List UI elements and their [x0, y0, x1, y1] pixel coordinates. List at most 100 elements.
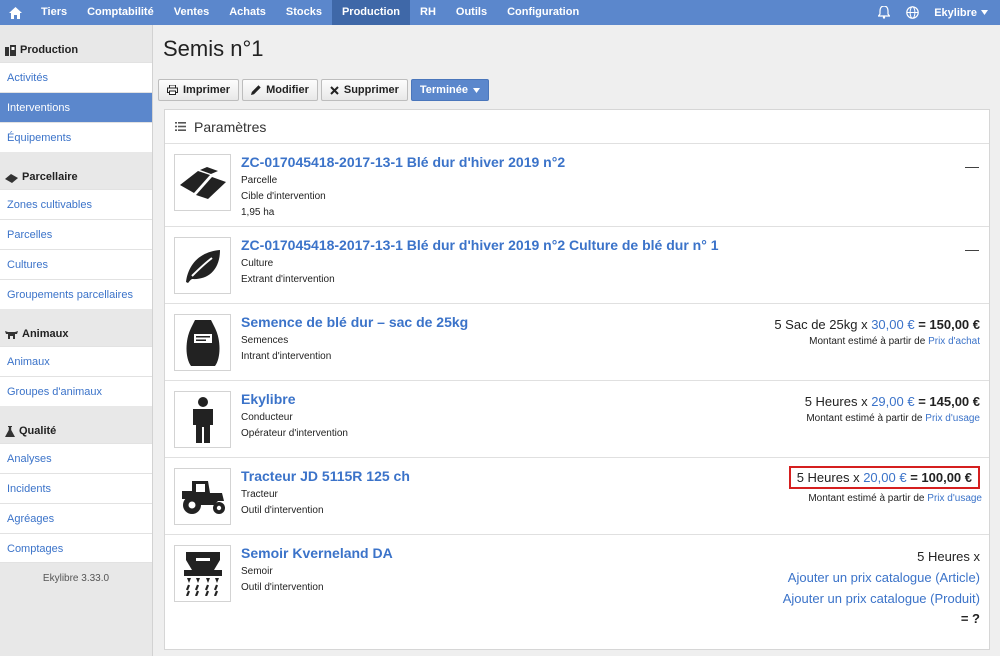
bell-icon[interactable]	[870, 0, 898, 25]
sidebar-item-zones-cultivables[interactable]: Zones cultivables	[0, 189, 152, 219]
sidebar-item-interventions[interactable]: Interventions	[0, 92, 152, 122]
price-source-link[interactable]: Prix d'usage	[925, 413, 980, 424]
main-content: Semis n°1 Imprimer Modifier Supprimer Te…	[153, 25, 1000, 656]
toolbar: Imprimer Modifier Supprimer Terminée	[158, 79, 489, 101]
sidebar: Production Activités Interventions Équip…	[0, 25, 153, 656]
top-navbar: Tiers Comptabilité Ventes Achats Stocks …	[0, 0, 1000, 25]
parameter-type: Tracteur	[241, 489, 278, 500]
parameter-role: Opérateur d'intervention	[241, 428, 348, 439]
pencil-icon	[251, 85, 261, 95]
cost-amount: 5 Sac de 25kg x 30,00 € = 150,00 €	[774, 317, 980, 332]
cost-estimate: 5 Heures x 29,00 € = 145,00 € Montant es…	[805, 394, 980, 424]
parameter-title-link[interactable]: Semence de blé dur – sac de 25kg	[241, 314, 468, 330]
edit-button[interactable]: Modifier	[242, 79, 318, 101]
user-name: Ekylibre	[934, 6, 977, 19]
collapse-toggle[interactable]: —	[965, 241, 979, 257]
sidebar-item-parcelles[interactable]: Parcelles	[0, 219, 152, 249]
price-source-link[interactable]: Prix d'usage	[927, 493, 982, 504]
parameter-role: Intrant d'intervention	[241, 351, 332, 362]
list-icon	[175, 122, 186, 131]
sidebar-item-groupes-animaux[interactable]: Groupes d'animaux	[0, 376, 152, 406]
nav-configuration[interactable]: Configuration	[497, 0, 589, 25]
nav-comptabilite[interactable]: Comptabilité	[77, 0, 164, 25]
sidebar-item-agreages[interactable]: Agréages	[0, 503, 152, 533]
seeder-icon	[174, 545, 231, 602]
app-version: Ekylibre 3.33.0	[42, 573, 110, 584]
nav-achats[interactable]: Achats	[219, 0, 276, 25]
field-icon	[174, 154, 231, 211]
status-dropdown-button[interactable]: Terminée	[410, 79, 489, 101]
parameter-row: Ekylibre Conducteur Opérateur d'interven…	[165, 381, 989, 458]
parameter-title-link[interactable]: Semoir Kverneland DA	[241, 545, 393, 561]
page-title: Semis n°1	[163, 36, 264, 61]
parameter-info: Semoir Kverneland DA Semoir Outil d'inte…	[241, 545, 393, 596]
parameter-type: Semences	[241, 335, 289, 346]
sidebar-item-incidents[interactable]: Incidents	[0, 473, 152, 503]
cost-total: = 100,00 €	[910, 470, 972, 485]
nav-rh[interactable]: RH	[410, 0, 446, 25]
cost-note: Montant estimé à partir de Prix d'usage	[806, 413, 980, 424]
flask-icon	[5, 426, 15, 437]
parameter-row: Tracteur JD 5115R 125 ch Tracteur Outil …	[165, 458, 989, 535]
parameters-panel: Paramètres ZC-017045418-2017-13-1 Blé du…	[164, 109, 990, 650]
panel-header: Paramètres	[165, 110, 989, 144]
printer-icon	[167, 85, 178, 95]
sidebar-item-groupements-parcellaires[interactable]: Groupements parcellaires	[0, 279, 152, 309]
cost-total: = 145,00 €	[918, 394, 980, 409]
sidebar-section-parcellaire: Parcellaire	[0, 152, 152, 189]
parameter-info: Tracteur JD 5115R 125 ch Tracteur Outil …	[241, 468, 410, 519]
parameter-row: ZC-017045418-2017-13-1 Blé dur d'hiver 2…	[165, 144, 989, 227]
unit-price-link[interactable]: 20,00 €	[863, 470, 906, 485]
parameter-info: Semence de blé dur – sac de 25kg Semence…	[241, 314, 468, 365]
cost-estimate: 5 Heures x 20,00 € = 100,00 € Montant es…	[788, 466, 982, 504]
nav-tiers[interactable]: Tiers	[31, 0, 77, 25]
unit-price-link[interactable]: 29,00 €	[871, 394, 914, 409]
sidebar-item-cultures[interactable]: Cultures	[0, 249, 152, 279]
parameter-info: Ekylibre Conducteur Opérateur d'interven…	[241, 391, 348, 442]
parameter-role: Extrant d'intervention	[241, 274, 335, 285]
sidebar-item-equipements[interactable]: Équipements	[0, 122, 152, 152]
parameter-title-link[interactable]: Tracteur JD 5115R 125 ch	[241, 468, 410, 484]
sidebar-item-comptages[interactable]: Comptages	[0, 533, 152, 563]
sidebar-item-animaux[interactable]: Animaux	[0, 346, 152, 376]
delete-button[interactable]: Supprimer	[320, 79, 408, 101]
nav-production[interactable]: Production	[331, 0, 411, 25]
close-icon	[330, 85, 339, 95]
parameter-title-link[interactable]: Ekylibre	[241, 391, 348, 407]
cost-estimate: 5 Sac de 25kg x 30,00 € = 150,00 € Monta…	[774, 317, 980, 347]
nav-ventes[interactable]: Ventes	[164, 0, 219, 25]
home-icon[interactable]	[0, 0, 31, 25]
collapse-toggle[interactable]: —	[965, 158, 979, 174]
parameter-type: Culture	[241, 258, 274, 269]
parameter-role: Outil d'intervention	[241, 505, 324, 516]
print-button[interactable]: Imprimer	[158, 79, 240, 101]
sidebar-item-activites[interactable]: Activités	[0, 62, 152, 92]
add-catalog-price-product-link[interactable]: Ajouter un prix catalogue (Produit)	[783, 591, 980, 606]
caret-down-icon	[472, 87, 480, 93]
seed-bag-icon	[174, 314, 231, 371]
parameter-info: ZC-017045418-2017-13-1 Blé dur d'hiver 2…	[241, 154, 565, 221]
cost-amount-highlighted: 5 Heures x 20,00 € = 100,00 €	[788, 466, 980, 489]
globe-icon[interactable]	[898, 0, 926, 25]
nav-outils[interactable]: Outils	[446, 0, 497, 25]
sidebar-item-analyses[interactable]: Analyses	[0, 443, 152, 473]
parameter-row: ZC-017045418-2017-13-1 Blé dur d'hiver 2…	[165, 227, 989, 304]
user-menu[interactable]: Ekylibre	[926, 7, 1000, 19]
parameter-role: Cible d'intervention	[241, 191, 326, 202]
parcel-icon	[5, 174, 18, 183]
parameter-title-link[interactable]: ZC-017045418-2017-13-1 Blé dur d'hiver 2…	[241, 237, 719, 253]
nav-stocks[interactable]: Stocks	[276, 0, 332, 25]
cost-total: = ?	[960, 611, 980, 626]
cost-note: Montant estimé à partir de Prix d'achat	[809, 336, 980, 347]
cost-amount: 5 Heures x 29,00 € = 145,00 €	[804, 394, 980, 409]
parameter-row: Semoir Kverneland DA Semoir Outil d'inte…	[165, 535, 989, 645]
sidebar-section-animaux: Animaux	[0, 309, 152, 346]
sidebar-section-production: Production	[0, 25, 152, 62]
parameter-type: Conducteur	[241, 412, 293, 423]
cost-note: Montant estimé à partir de Prix d'usage	[808, 493, 982, 504]
parameter-info: ZC-017045418-2017-13-1 Blé dur d'hiver 2…	[241, 237, 719, 288]
parameter-title-link[interactable]: ZC-017045418-2017-13-1 Blé dur d'hiver 2…	[241, 154, 565, 170]
add-catalog-price-article-link[interactable]: Ajouter un prix catalogue (Article)	[783, 570, 980, 585]
unit-price-link[interactable]: 30,00 €	[871, 317, 914, 332]
price-source-link[interactable]: Prix d'achat	[928, 336, 980, 347]
